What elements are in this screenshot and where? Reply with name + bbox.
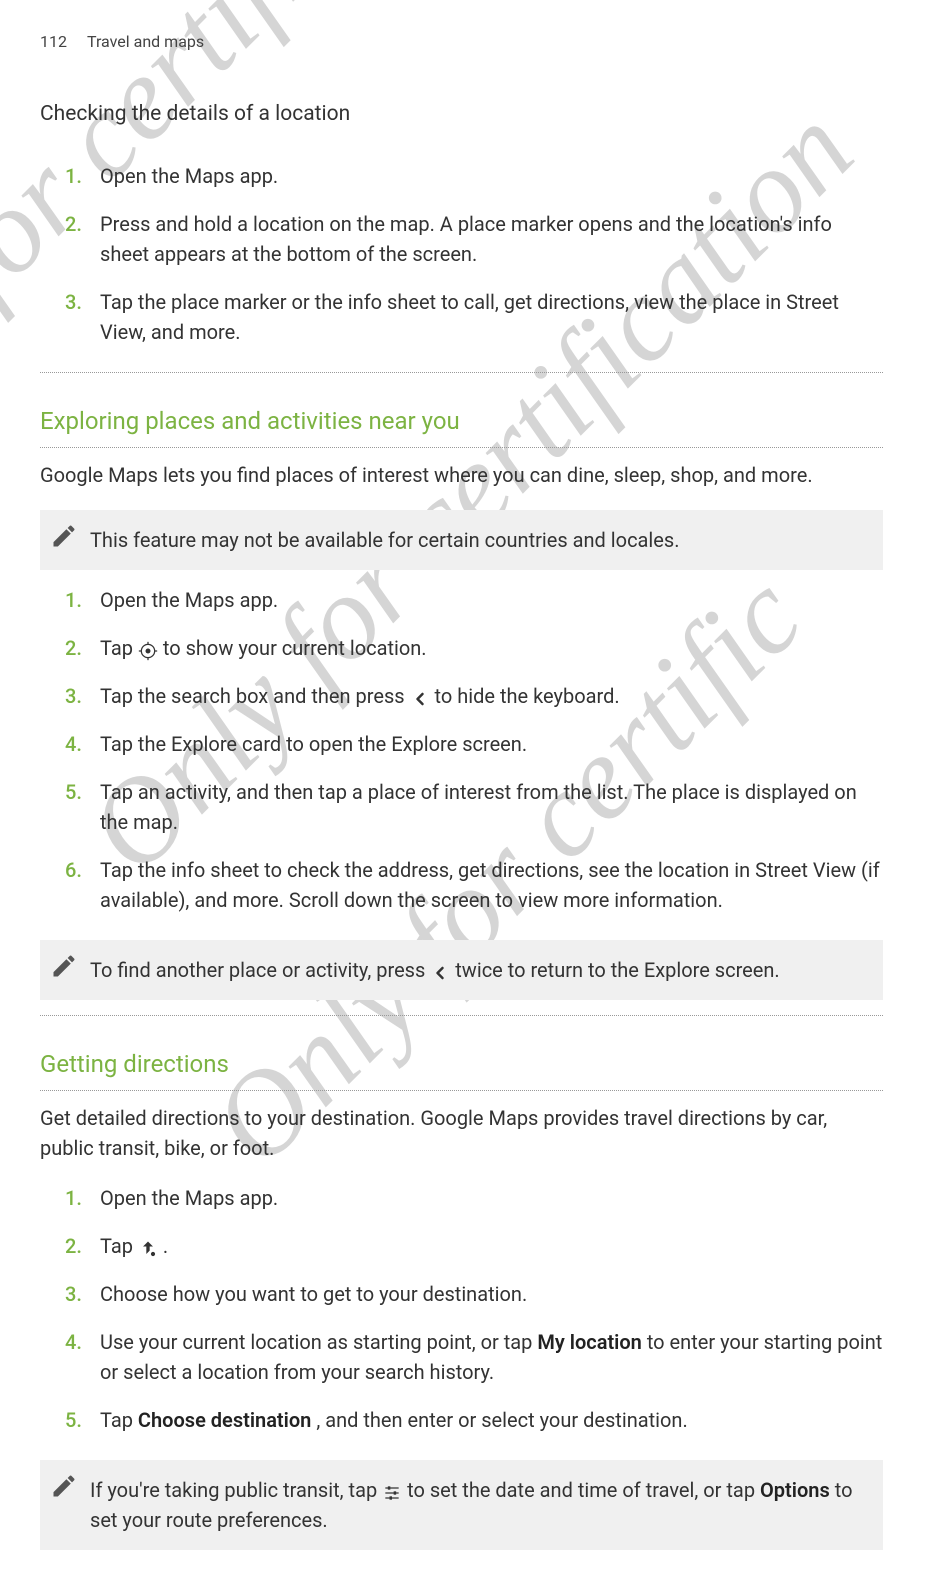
note-text: If you're taking public transit, tap (90, 1478, 382, 1502)
intro-text: Get detailed directions to your destinat… (40, 1103, 883, 1163)
list-item: Tap the place marker or the info sheet t… (65, 287, 883, 347)
step-text: to hide the keyboard. (435, 684, 620, 708)
page-header: 112 Travel and maps (40, 30, 883, 54)
list-item: Open the Maps app. (65, 1183, 883, 1213)
steps-list-exploring: Open the Maps app. Tap to show your curr… (65, 585, 883, 915)
divider (40, 447, 883, 448)
steps-list-directions: Open the Maps app. Tap . Choose how you … (65, 1183, 883, 1435)
list-item: Tap Choose destination , and then enter … (65, 1405, 883, 1435)
note-text: This feature may not be available for ce… (90, 528, 679, 552)
list-item: Tap an activity, and then tap a place of… (65, 777, 883, 837)
step-text: Tap (100, 636, 138, 660)
note-text: twice to return to the Explore screen. (455, 958, 779, 982)
list-item: Open the Maps app. (65, 585, 883, 615)
bold-label-my-location: My location (537, 1330, 642, 1354)
step-text: Tap the search box and then press (100, 684, 410, 708)
bold-label-choose-destination: Choose destination (138, 1408, 311, 1432)
bold-label-options: Options (760, 1478, 830, 1502)
list-item: Tap . (65, 1231, 883, 1261)
location-target-icon (138, 639, 158, 659)
intro-text: Google Maps lets you find places of inte… (40, 460, 883, 490)
page-number: 112 (40, 30, 67, 54)
steps-list-checking-details: Open the Maps app. Press and hold a loca… (65, 161, 883, 347)
back-chevron-icon (430, 961, 450, 981)
subsection-title-directions: Getting directions (40, 1046, 883, 1082)
note-box: If you're taking public transit, tap to … (40, 1460, 883, 1550)
subsection-title-exploring: Exploring places and activities near you (40, 403, 883, 439)
list-item: Tap the Explore card to open the Explore… (65, 729, 883, 759)
section-title-checking-details: Checking the details of a location (40, 99, 883, 131)
directions-split-icon (138, 1237, 158, 1257)
list-item: Use your current location as starting po… (65, 1327, 883, 1387)
pencil-icon (50, 952, 78, 980)
divider (40, 1015, 883, 1016)
step-text: to show your current location. (163, 636, 427, 660)
list-item: Tap the search box and then press to hid… (65, 681, 883, 711)
note-text: to set the date and time of travel, or t… (407, 1478, 760, 1502)
step-text: , and then enter or select your destinat… (316, 1408, 687, 1432)
list-item: Choose how you want to get to your desti… (65, 1279, 883, 1309)
divider (40, 1090, 883, 1091)
step-text: . (163, 1234, 168, 1258)
note-text: To find another place or activity, press (90, 958, 430, 982)
list-item: Open the Maps app. (65, 161, 883, 191)
step-text: Use your current location as starting po… (100, 1330, 537, 1354)
note-box: This feature may not be available for ce… (40, 510, 883, 570)
divider (40, 372, 883, 373)
list-item: Press and hold a location on the map. A … (65, 209, 883, 269)
list-item: Tap to show your current location. (65, 633, 883, 663)
settings-sliders-icon (382, 1481, 402, 1501)
header-section-title: Travel and maps (87, 30, 204, 54)
note-box: To find another place or activity, press… (40, 940, 883, 1000)
back-chevron-icon (410, 687, 430, 707)
pencil-icon (50, 522, 78, 550)
pencil-icon (50, 1472, 78, 1500)
step-text: Tap (100, 1408, 138, 1432)
step-text: Tap (100, 1234, 138, 1258)
list-item: Tap the info sheet to check the address,… (65, 855, 883, 915)
